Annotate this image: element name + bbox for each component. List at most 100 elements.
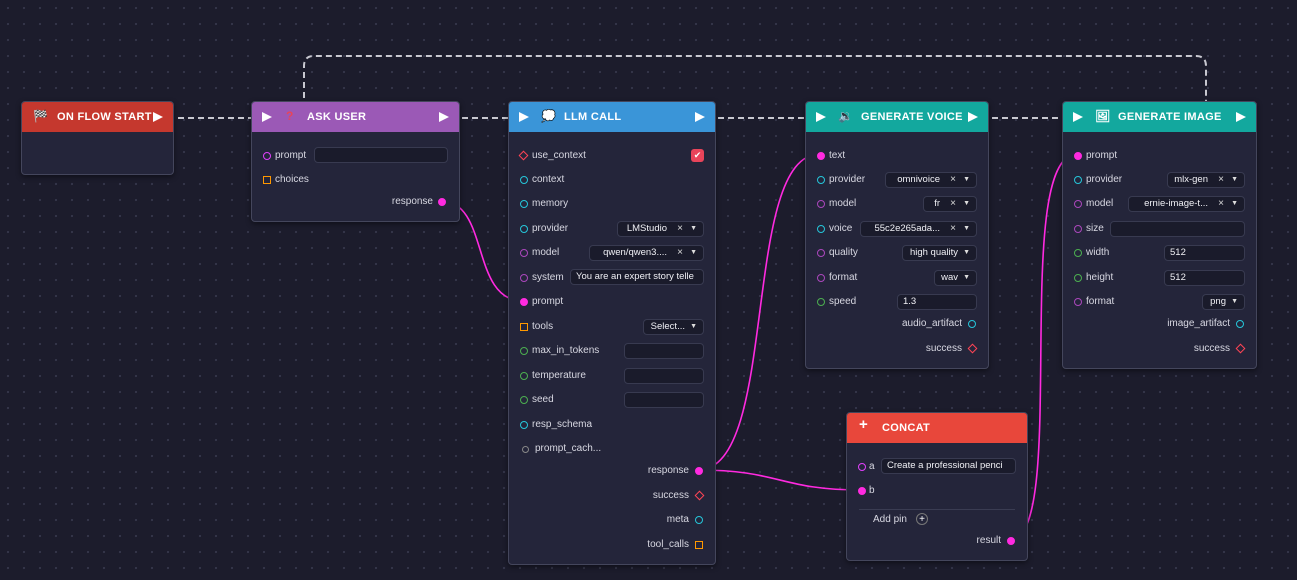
width-input[interactable]: 512 [1164,245,1245,261]
system-pin[interactable] [520,274,528,282]
voice-select[interactable]: 55c2e265ada... × ▼ [860,221,977,237]
format-select[interactable]: png ▼ [1202,294,1245,310]
max-in-tokens-pin[interactable] [520,347,528,355]
use-context-pin[interactable] [518,150,529,161]
success-pin[interactable] [967,343,978,354]
prompt-pin[interactable] [1074,152,1082,160]
exec-out-pin[interactable] [153,112,163,122]
a-input[interactable]: Create a professional penci [881,458,1016,474]
node-header[interactable]: 💭 LLM CALL [509,102,715,132]
context-pin[interactable] [520,176,528,184]
size-pin[interactable] [1074,225,1082,233]
resp-schema-pin[interactable] [520,421,528,429]
model-select[interactable]: fr × ▼ [923,196,977,212]
provider-select[interactable]: omnivoice × ▼ [885,172,977,188]
max-in-tokens-input[interactable] [624,343,704,359]
exec-in-pin[interactable] [1073,112,1083,122]
width-pin[interactable] [1074,249,1082,257]
chevron-down-icon[interactable]: ▼ [963,197,970,211]
node-header[interactable]: 🖼 GENERATE IMAGE [1063,102,1256,132]
chevron-down-icon[interactable]: ▼ [690,246,697,260]
node-header[interactable]: 🏁 ON FLOW START [22,102,173,132]
voice-pin[interactable] [817,225,825,233]
chevron-down-icon[interactable]: ▼ [1231,197,1238,211]
chevron-down-icon[interactable]: ▼ [1231,295,1238,309]
format-select[interactable]: wav ▼ [934,270,977,286]
clear-icon[interactable]: × [950,197,956,211]
provider-pin[interactable] [1074,176,1082,184]
success-pin[interactable] [1235,343,1246,354]
quality-pin[interactable] [817,249,825,257]
model-pin[interactable] [817,200,825,208]
text-pin[interactable] [817,152,825,160]
node-llm-call[interactable]: 💭 LLM CALL use_context ✔ context memory … [508,101,716,565]
exec-out-pin[interactable] [1236,112,1246,122]
exec-in-pin[interactable] [816,112,826,122]
audio-artifact-pin[interactable] [968,320,976,328]
model-pin[interactable] [520,249,528,257]
format-pin[interactable] [817,274,825,282]
node-header[interactable]: 🔉 GENERATE VOICE [806,102,988,132]
tools-pin[interactable] [520,323,528,331]
clear-icon[interactable]: × [677,222,683,236]
node-header[interactable]: ? ASK USER [252,102,459,132]
a-pin[interactable] [858,463,866,471]
speed-input[interactable]: 1.3 [897,294,977,310]
clear-icon[interactable]: × [950,173,956,187]
use-context-checkbox[interactable]: ✔ [691,149,704,162]
model-pin[interactable] [1074,200,1082,208]
chevron-down-icon[interactable]: ▼ [963,173,970,187]
chevron-down-icon[interactable]: ▼ [963,246,970,260]
node-ask-user[interactable]: ? ASK USER prompt choices response [251,101,460,222]
node-header[interactable]: + CONCAT [847,413,1027,443]
prompt-input[interactable] [314,147,448,163]
temperature-input[interactable] [624,368,704,384]
provider-select[interactable]: mlx-gen × ▼ [1167,172,1245,188]
chevron-down-icon[interactable]: ▼ [963,222,970,236]
response-pin[interactable] [438,198,446,206]
tools-select[interactable]: Select... ▼ [643,319,704,335]
success-pin[interactable] [694,490,705,501]
chevron-down-icon[interactable]: ▼ [690,222,697,236]
provider-pin[interactable] [520,225,528,233]
chevron-down-icon[interactable]: ▼ [1231,173,1238,187]
exec-in-pin[interactable] [262,112,272,122]
tool-calls-pin[interactable] [695,541,703,549]
model-select[interactable]: ernie-image-t... × ▼ [1128,196,1245,212]
size-input[interactable] [1110,221,1245,237]
choices-pin[interactable] [263,176,271,184]
model-select[interactable]: qwen/qwen3.... × ▼ [589,245,704,261]
exec-out-pin[interactable] [439,112,449,122]
chevron-down-icon[interactable]: ▼ [690,320,697,334]
height-input[interactable]: 512 [1164,270,1245,286]
seed-pin[interactable] [520,396,528,404]
clear-icon[interactable]: × [1218,197,1224,211]
clear-icon[interactable]: × [950,222,956,236]
meta-pin[interactable] [695,516,703,524]
node-concat[interactable]: + CONCAT a Create a professional penci b… [846,412,1028,561]
provider-select[interactable]: LMStudio × ▼ [617,221,704,237]
result-pin[interactable] [1007,537,1015,545]
memory-pin[interactable] [520,200,528,208]
format-pin[interactable] [1074,298,1082,306]
prompt-pin[interactable] [520,298,528,306]
system-input[interactable]: You are an expert story telle [570,269,704,285]
seed-input[interactable] [624,392,704,408]
speed-pin[interactable] [817,298,825,306]
clear-icon[interactable]: × [677,246,683,260]
node-generate-image[interactable]: 🖼 GENERATE IMAGE prompt provider mlx-gen… [1062,101,1257,369]
temperature-pin[interactable] [520,372,528,380]
image-artifact-pin[interactable] [1236,320,1244,328]
prompt-pin[interactable] [263,152,271,160]
add-pin-button[interactable]: + [916,513,928,525]
b-pin[interactable] [858,487,866,495]
quality-select[interactable]: high quality ▼ [902,245,977,261]
chevron-down-icon[interactable]: ▼ [963,271,970,285]
response-pin[interactable] [695,467,703,475]
exec-out-pin[interactable] [968,112,978,122]
clear-icon[interactable]: × [1218,173,1224,187]
exec-out-pin[interactable] [695,112,705,122]
flow-canvas[interactable]: 🏁 ON FLOW START ? ASK USER prompt choice… [0,0,1297,580]
exec-in-pin[interactable] [519,112,529,122]
node-on-flow-start[interactable]: 🏁 ON FLOW START [21,101,174,175]
